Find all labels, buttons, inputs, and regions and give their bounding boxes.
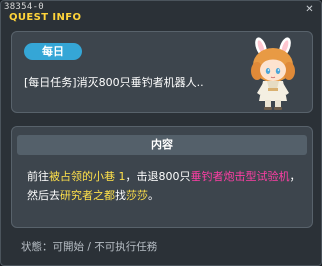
quest-info-window: 38354-0 QUEST INFO ✕ 每日 [每日任务]消灭800只垂钓者机… xyxy=(0,0,322,266)
desc-segment: 。 xyxy=(148,189,159,202)
npc-portrait-icon xyxy=(251,37,295,110)
quest-status: 状態：可開始 / 不可执行任務 xyxy=(21,241,158,253)
window-title: QUEST INFO xyxy=(9,12,82,23)
close-button[interactable]: ✕ xyxy=(304,4,315,15)
map-link-researcher-city: 研究者之都 xyxy=(60,189,115,202)
desc-segment: ，击退800只 xyxy=(125,170,191,183)
quest-description: 前往被占领的小巷 1，击退800只垂钓者炮击型试验机，然后去研究者之都找莎莎。 xyxy=(27,167,301,205)
daily-badge: 每日 xyxy=(24,43,82,60)
quest-title: [每日任务]消灭800只垂钓者机器人.. xyxy=(24,76,204,89)
monster-name: 垂钓者炮击型试验机 xyxy=(190,170,290,183)
quest-id-label: 38354-0 xyxy=(4,2,45,12)
map-link-occupied-alley: 被占领的小巷 1 xyxy=(49,170,126,183)
desc-segment: 找 xyxy=(115,189,126,202)
quest-summary-panel: 每日 [每日任务]消灭800只垂钓者机器人.. xyxy=(11,31,313,113)
desc-segment: 前往 xyxy=(27,170,49,183)
content-section-header: 内容 xyxy=(17,135,307,155)
quest-content-panel: 内容 前往被占领的小巷 1，击退800只垂钓者炮击型试验机，然后去研究者之都找莎… xyxy=(11,126,313,228)
npc-name: 莎莎 xyxy=(126,189,148,202)
